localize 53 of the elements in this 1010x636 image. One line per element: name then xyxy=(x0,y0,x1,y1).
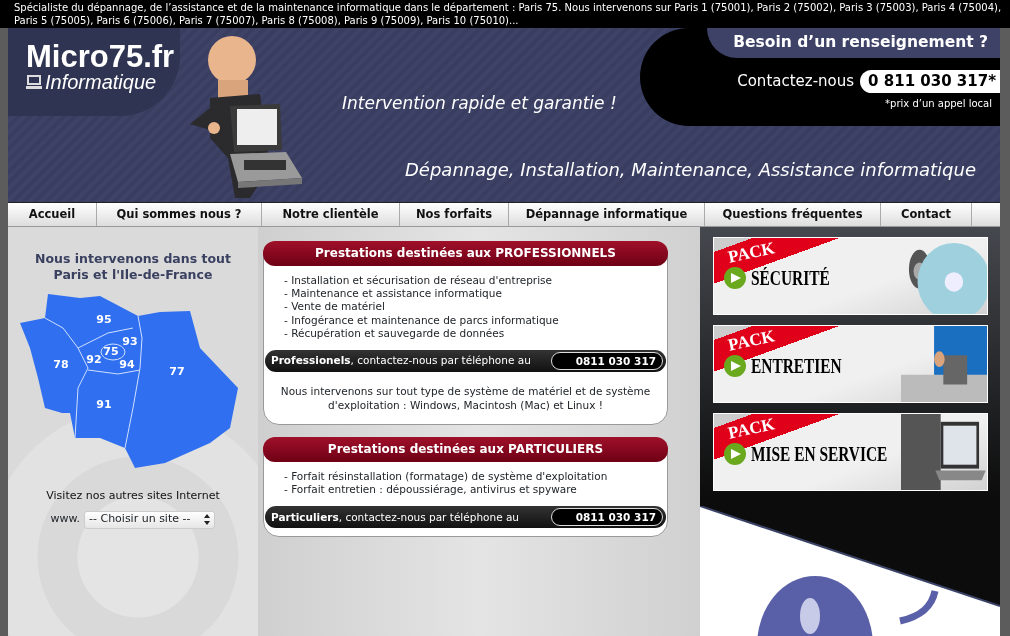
contact-label: Contactez-nous xyxy=(737,71,855,93)
pack-label: PACK xyxy=(726,239,776,267)
nav-link[interactable]: Notre clientèle xyxy=(262,203,400,226)
tagline: Intervention rapide et garantie ! xyxy=(341,92,618,115)
contact-text: Professionels, contactez-nous par téléphone au xyxy=(271,353,531,369)
pack-banner[interactable]: PACK SÉCURITÉ xyxy=(712,237,988,315)
pack-banner[interactable]: PACK MISE EN SERVICE xyxy=(712,413,988,491)
phone-number: 0 811 030 317* xyxy=(860,70,1000,93)
department-label: 77 xyxy=(169,365,185,378)
nav-link[interactable]: Dépannage informatique xyxy=(509,203,705,226)
service-item: - Forfait entretien : dépoussiérage, antivirus et spyware xyxy=(284,483,578,497)
department-label: 93 xyxy=(122,335,138,348)
service-item: - Infogérance et maintenance de parcs informatique xyxy=(284,313,560,327)
logo-title: Micro75.fr xyxy=(26,42,176,72)
services-text: Dépannage, Installation, Maintenance, Assistance informatique xyxy=(404,158,977,182)
card-title: Prestations destinées aux PARTICULIERS xyxy=(263,437,668,462)
pack-name: ENTRETIEN xyxy=(750,353,842,379)
phone-number: 0811 030 317 xyxy=(550,508,663,527)
service-item: - Installation et sécurisation de réseau d'entreprise xyxy=(284,274,553,288)
map-title: Nous intervenons dans tout Paris et l'Ile-de-France xyxy=(34,251,232,283)
nav-link[interactable]: Accueil xyxy=(8,203,97,226)
department-label: 95 xyxy=(96,313,112,326)
nav-link[interactable]: Qui sommes nous ? xyxy=(97,203,262,226)
computer-icon xyxy=(26,74,42,90)
pack-name: MISE EN SERVICE xyxy=(750,441,887,467)
card-note: Nous intervenons sur tout type de système de matériel et de système d'exploitation : Windows, Macintosh (Mac) et Linux ! xyxy=(279,384,652,413)
department-label: 92 xyxy=(86,353,102,366)
pack-banner[interactable]: PACK ENTRETIEN xyxy=(712,325,988,403)
contact-heading: Besoin d’un renseignement ? xyxy=(707,28,1000,59)
department-label: 94 xyxy=(119,358,135,371)
top-banner-text: Spécialiste du dépannage, de l’assistance et de la maintenance informatique dans le département : Paris 75. Nous intervenons sur Paris 1 (75001), Paris 2 (75002), Paris 3 (75003), Paris 4 (75004), Paris 5 (75005), Paris 6 (75006), Paris 7 (75007), Paris 8 (75008), Paris 9 (75009), Paris 10 (75010)... xyxy=(0,0,1010,28)
service-item: - Maintenance et assistance informatique xyxy=(284,287,503,301)
pack-name: SÉCURITÉ xyxy=(750,265,830,291)
service-item: - Récupération et sauvegarde de données xyxy=(284,326,506,340)
contact-text: Particuliers, contactez-nous par téléphone au xyxy=(271,509,519,525)
nav-link[interactable]: Questions fréquentes xyxy=(705,203,881,226)
pack-label: PACK xyxy=(726,327,776,355)
updown-icon xyxy=(204,514,211,525)
department-label: 75 xyxy=(103,345,119,358)
card-title: Prestations destinées aux PROFESSIONNELS xyxy=(263,241,668,266)
department-label: 78 xyxy=(53,358,69,371)
department-label: 91 xyxy=(96,398,112,411)
pack-label: PACK xyxy=(726,415,776,443)
sites-prefix: www. xyxy=(50,511,80,528)
nav-link[interactable]: Contact xyxy=(881,203,972,226)
sites-label: Visitez nos autres sites Internet xyxy=(46,488,220,504)
nav-link[interactable]: Nos forfaits xyxy=(400,203,509,226)
service-item: - Forfait résinstallation (formatage) de système d'exploitation xyxy=(284,470,609,484)
site-select[interactable]: -- Choisir un site -- xyxy=(84,510,216,529)
phone-note: *prix d’un appel local xyxy=(885,96,993,111)
service-item: - Vente de matériel xyxy=(284,300,386,314)
logo-subtitle: Informatique xyxy=(45,72,157,92)
phone-number: 0811 030 317 xyxy=(550,352,663,370)
